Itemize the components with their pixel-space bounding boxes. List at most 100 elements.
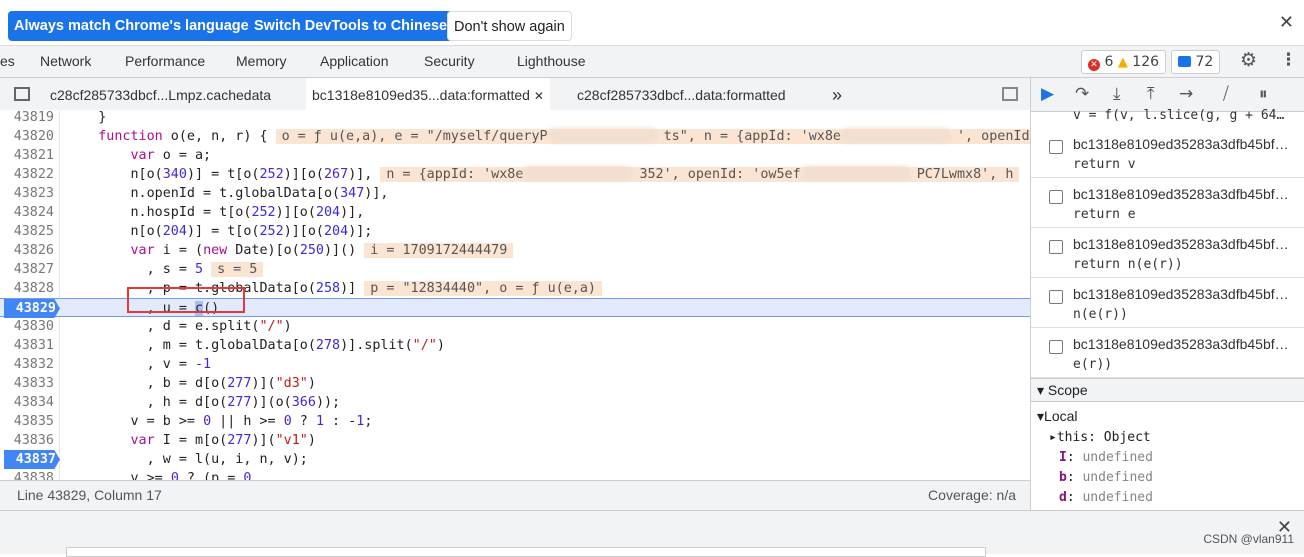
line-number[interactable]: 43822: [4, 165, 58, 184]
scope-this[interactable]: ▸this: Object: [1049, 430, 1151, 445]
code-line[interactable]: 43826 var i = (new Date)[o(250)]() i = 17…: [0, 241, 1030, 260]
line-number[interactable]: 43838: [4, 469, 58, 480]
switch-to-chinese-button[interactable]: Switch DevTools to Chinese: [248, 11, 454, 41]
code-line[interactable]: 43832 , v = -1: [0, 355, 1030, 374]
code-token: ;: [364, 414, 373, 429]
breakpoint-checkbox[interactable]: [1049, 190, 1063, 204]
tab-lighthouse[interactable]: Lighthouse: [517, 53, 586, 69]
code-line[interactable]: 43822 n[o(340)] = t[o(252)][o(267)], n = …: [0, 165, 1030, 184]
source-tab[interactable]: c28cf285733dbcf...data:formatted: [571, 78, 792, 112]
line-number[interactable]: 43832: [4, 355, 58, 374]
breakpoint-item[interactable]: bc1318e8109ed35283a3dfb45bf… return n(e(r…: [1031, 228, 1304, 278]
scope-title: Scope: [1047, 382, 1088, 398]
tab-security[interactable]: Security: [424, 53, 475, 69]
messages-counter[interactable]: 72: [1171, 50, 1221, 74]
more-tabs-icon[interactable]: »: [826, 78, 848, 112]
source-tab[interactable]: c28cf285733dbcf...Lmpz.cachedata: [44, 78, 277, 112]
code-token: n.hospId = t[o(: [66, 205, 252, 220]
code-line[interactable]: 43838 v >= 0 ? (p = 0,: [0, 469, 1030, 480]
tab-performance[interactable]: Performance: [125, 53, 205, 69]
code-line[interactable]: 43825 n[o(204)] = t[o(252)][o(204)];: [0, 222, 1030, 241]
line-number[interactable]: 43824: [4, 203, 58, 222]
line-number[interactable]: 43819: [4, 110, 58, 127]
code-token: 204: [315, 205, 341, 220]
code-line[interactable]: 43837 , w = l(u, i, n, v);: [0, 450, 1030, 469]
tab-memory[interactable]: Memory: [236, 53, 287, 69]
breakpoint-checkbox[interactable]: [1049, 290, 1063, 304]
local-scope-toggle[interactable]: ▾Local: [1037, 408, 1078, 425]
scope-variable[interactable]: d: undefined: [1059, 490, 1153, 505]
code-line[interactable]: 43830 , d = e.split("/"): [0, 317, 1030, 336]
line-number[interactable]: 43836: [4, 431, 58, 450]
breakpoint-item[interactable]: bc1318e8109ed35283a3dfb45bf… return e: [1031, 178, 1304, 228]
code-line[interactable]: 43834 , h = d[o(277)](o(366));: [0, 393, 1030, 412]
code-line[interactable]: 43824 n.hospId = t[o(252)][o(204)],: [0, 203, 1030, 222]
issues-counter[interactable]: ✕ 6 ▲ 126: [1081, 50, 1167, 74]
source-tab-label: c28cf285733dbcf...Lmpz.cachedata: [50, 87, 272, 103]
scope-variable[interactable]: b: undefined: [1059, 470, 1153, 485]
scope-variable[interactable]: I: undefined: [1059, 450, 1153, 465]
always-match-language-button[interactable]: Always match Chrome's language: [8, 11, 255, 41]
resume-icon[interactable]: ▶: [1041, 84, 1054, 104]
code-line[interactable]: 43821 var o = a;: [0, 146, 1030, 165]
code-line[interactable]: 43831 , m = t.globalData[o(278)].split("…: [0, 336, 1030, 355]
line-number[interactable]: 43835: [4, 412, 58, 431]
tab-sources[interactable]: es: [0, 53, 15, 69]
toggle-debugger-icon[interactable]: [1002, 87, 1018, 101]
line-number[interactable]: 43831: [4, 336, 58, 355]
code-text: , d = e.split("/"): [66, 317, 292, 336]
line-number[interactable]: 43825: [4, 222, 58, 241]
breakpoint-item[interactable]: bc1318e8109ed35283a3dfb45bf… return v: [1031, 128, 1304, 178]
close-infobar-icon[interactable]: ✕: [1279, 12, 1294, 33]
breakpoint-line-number[interactable]: 43829: [4, 299, 60, 318]
scope-header[interactable]: ▾ Scope: [1031, 378, 1304, 402]
line-number[interactable]: 43826: [4, 241, 58, 260]
breakpoint-item[interactable]: bc1318e8109ed35283a3dfb45bf… e(r)): [1031, 328, 1304, 378]
breakpoint-checkbox[interactable]: [1049, 140, 1063, 154]
step-out-icon[interactable]: ⤒: [1147, 84, 1155, 104]
line-number[interactable]: 43833: [4, 374, 58, 393]
step-icon[interactable]: →: [1179, 84, 1193, 104]
code-token: , v =: [66, 357, 195, 372]
line-number[interactable]: 43823: [4, 184, 58, 203]
code-line[interactable]: 43836 var I = m[o(277)]("v1"): [0, 431, 1030, 450]
breakpoint-item[interactable]: bc1318e8109ed35283a3dfb45bf… n(e(r)): [1031, 278, 1304, 328]
deactivate-breakpoints-icon[interactable]: ⧸: [1223, 84, 1229, 104]
gear-icon[interactable]: ⚙: [1240, 49, 1257, 71]
breakpoint-line-number[interactable]: 43837: [4, 450, 60, 469]
line-number[interactable]: 43827: [4, 260, 58, 279]
line-number[interactable]: 43820: [4, 127, 58, 146]
code-token: "d3": [275, 376, 308, 391]
code-token: n.openId = t.globalData[o(: [66, 186, 341, 201]
code-line[interactable]: 43823 n.openId = t.globalData[o(347)],: [0, 184, 1030, 203]
breakpoint-checkbox[interactable]: [1049, 340, 1063, 354]
toggle-navigator-icon[interactable]: [14, 87, 30, 101]
code-token: 277: [227, 395, 252, 410]
code-line[interactable]: 43835 v = b >= 0 || h >= 0 ? 1 : -1;: [0, 412, 1030, 431]
line-number[interactable]: 43821: [4, 146, 58, 165]
code-line[interactable]: 43833 , b = d[o(277)]("d3"): [0, 374, 1030, 393]
source-tab-label: c28cf285733dbcf...data:formatted: [577, 87, 786, 103]
close-tab-icon[interactable]: ✕: [534, 89, 544, 103]
step-into-icon[interactable]: ⤓: [1113, 84, 1121, 104]
dont-show-again-button[interactable]: Don't show again: [447, 11, 572, 41]
code-token: , h = d[o(: [66, 395, 228, 410]
local-scope-label: Local: [1044, 408, 1078, 424]
step-over-icon[interactable]: ↷: [1075, 84, 1089, 104]
line-number[interactable]: 43834: [4, 393, 58, 412]
console-input[interactable]: [66, 547, 986, 557]
code-line[interactable]: 43819 }: [0, 110, 1030, 127]
source-tab-active[interactable]: bc1318e8109ed35...data:formatted ✕: [306, 78, 550, 112]
code-line[interactable]: 43827 , s = 5 s = 5: [0, 260, 1030, 279]
tab-application[interactable]: Application: [320, 53, 389, 69]
pause-on-exceptions-icon[interactable]: ⏸: [1259, 84, 1268, 104]
tab-network[interactable]: Network: [40, 53, 91, 69]
line-number[interactable]: 43830: [4, 317, 58, 336]
code-token: 277: [227, 376, 252, 391]
more-options-icon[interactable]: ⋮: [1280, 50, 1297, 70]
code-line[interactable]: 43820 function o(e, n, r) {o = ƒ u(e,a),…: [0, 127, 1030, 146]
breakpoint-file: bc1318e8109ed35283a3dfb45bf…: [1073, 336, 1289, 352]
breakpoint-checkbox[interactable]: [1049, 240, 1063, 254]
line-number[interactable]: 43828: [4, 279, 58, 298]
breakpoint-file: bc1318e8109ed35283a3dfb45bf…: [1073, 186, 1289, 202]
